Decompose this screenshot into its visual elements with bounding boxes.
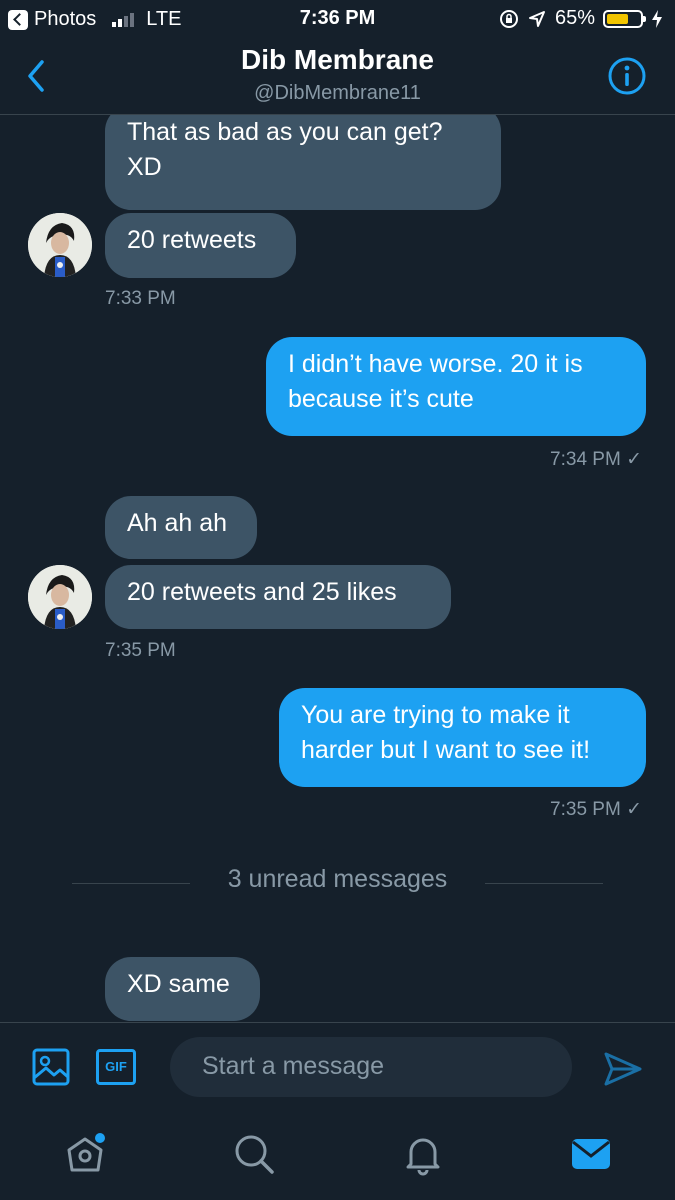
orientation-lock-icon	[499, 9, 518, 28]
unread-messages-label: 3 unread messages	[227, 865, 448, 893]
timestamp-read: 7:35 PM ✓	[550, 798, 642, 821]
message-text: XD same	[127, 970, 230, 998]
message-incoming[interactable]: XD same	[105, 957, 260, 1021]
message-composer: GIF	[0, 1022, 675, 1115]
timestamp-read: 7:34 PM ✓	[550, 448, 642, 471]
messages-icon[interactable]	[569, 1132, 613, 1176]
message-text: I didn’t have worse. 20 it is	[288, 350, 583, 378]
message-text: XD	[127, 153, 162, 181]
avatar[interactable]	[28, 565, 92, 629]
home-icon[interactable]	[63, 1132, 107, 1176]
timestamp: 7:34 PM ✓	[550, 449, 642, 470]
battery-fill	[607, 13, 628, 24]
timestamp: 7:35 PM ✓	[550, 799, 642, 820]
gif-button[interactable]: GIF	[96, 1049, 136, 1085]
charging-bolt-icon	[652, 9, 662, 28]
timestamp: 7:33 PM	[105, 288, 176, 309]
message-text: That as bad as you can get?	[127, 118, 443, 146]
message-input[interactable]	[200, 1051, 544, 1082]
image-icon[interactable]	[31, 1047, 71, 1087]
message-incoming[interactable]: That as bad as you can get? XD	[105, 115, 501, 210]
message-incoming[interactable]: 20 retweets and 25 likes	[105, 565, 451, 629]
message-thread[interactable]: That as bad as you can get? XD 20 retwee…	[0, 115, 675, 1022]
message-text: harder but I want to see it!	[301, 736, 591, 764]
avatar[interactable]	[28, 213, 92, 277]
conversation-header: Dib Membrane @DibMembrane11	[0, 38, 675, 115]
info-icon[interactable]	[607, 56, 647, 96]
message-text: 20 retweets	[127, 226, 257, 254]
tab-bar	[0, 1114, 675, 1200]
notifications-icon[interactable]	[401, 1132, 445, 1176]
message-text: You are trying to make it	[301, 701, 570, 729]
battery-percent: 65%	[554, 7, 595, 29]
message-outgoing[interactable]: I didn’t have worse. 20 it is because it…	[266, 337, 646, 436]
message-incoming[interactable]: Ah ah ah	[105, 496, 257, 559]
message-text: because it’s cute	[288, 385, 474, 413]
conversation-name: Dib Membrane	[241, 44, 434, 75]
timestamp: 7:35 PM	[105, 640, 176, 661]
location-icon	[528, 10, 545, 27]
search-icon[interactable]	[232, 1132, 276, 1176]
message-incoming[interactable]: 20 retweets	[105, 213, 296, 278]
avatar-image	[28, 565, 92, 629]
message-input-wrapper[interactable]	[170, 1037, 572, 1097]
status-bar: Photos LTE 7:36 PM 65%	[0, 0, 675, 38]
avatar-image	[28, 213, 92, 277]
message-text: Ah ah ah	[127, 509, 228, 537]
conversation-handle: @DibMembrane11	[254, 82, 421, 104]
message-text: 20 retweets and 25 likes	[127, 578, 397, 606]
unread-divider-right	[485, 883, 603, 884]
battery-icon	[603, 9, 646, 28]
status-right: 65%	[499, 7, 663, 30]
send-icon[interactable]	[603, 1051, 643, 1087]
message-outgoing[interactable]: You are trying to make it harder but I w…	[279, 688, 646, 787]
